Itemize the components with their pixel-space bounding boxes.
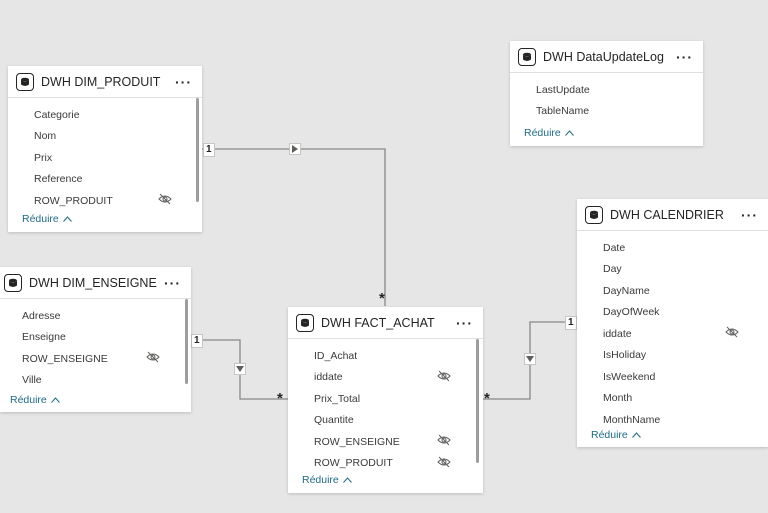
rel-produit-fact-line [202,148,386,306]
field-label: iddate [603,327,632,340]
field-adresse[interactable]: Adresse [0,305,191,327]
more-options-icon[interactable]: ··· [674,49,695,65]
field-date[interactable]: Date [577,237,768,259]
field-id-achat[interactable]: ID_Achat [288,345,483,367]
field-label: ROW_ENSEIGNE [22,352,108,365]
field-categorie[interactable]: Categorie [8,104,202,126]
reduce-button[interactable]: Réduire [524,127,574,139]
more-options-icon[interactable]: ··· [739,207,760,223]
chevron-up-icon [342,477,352,483]
hidden-eye-icon [437,370,451,385]
filter-direction-down-icon-2[interactable] [524,353,536,365]
reduce-label: Réduire [22,213,59,225]
field-isweekend[interactable]: IsWeekend [577,366,768,388]
scrollbar[interactable] [196,98,199,202]
table-title: DWH DIM_ENSEIGNE [29,275,157,290]
chevron-up-icon [631,432,641,438]
scrollbar[interactable] [476,339,479,463]
rel-calendrier-one-label: 1 [565,316,577,330]
field-last-update[interactable]: LastUpdate [510,79,703,101]
table-header[interactable]: DWH FACT_ACHAT ··· [288,307,483,339]
more-options-icon[interactable]: ··· [162,275,183,291]
reduce-label: Réduire [10,394,47,406]
more-options-icon[interactable]: ··· [454,315,475,331]
more-options-icon[interactable]: ··· [173,74,194,90]
table-header[interactable]: DWH CALENDRIER ··· [577,199,768,231]
field-isholiday[interactable]: IsHoliday [577,345,768,367]
table-title: DWH CALENDRIER [610,207,724,222]
field-ville[interactable]: Ville [0,370,191,392]
table-card-dim-produit[interactable]: DWH DIM_PRODUIT ··· Categorie Nom Prix R… [8,66,202,232]
table-title: DWH FACT_ACHAT [321,315,435,330]
field-label: iddate [314,371,343,384]
reduce-label: Réduire [524,127,561,139]
table-header[interactable]: DWH DIM_ENSEIGNE ··· [0,267,191,299]
field-day[interactable]: Day [577,259,768,281]
rel-enseigne-one-label: 1 [191,334,203,348]
field-iddate[interactable]: iddate [577,323,768,345]
field-prix-total[interactable]: Prix_Total [288,388,483,410]
reduce-label: Réduire [302,474,339,486]
rel-enseigne-fact-many-label: * [277,390,283,407]
reduce-button[interactable]: Réduire [22,213,72,225]
rel-produit-fact-many-label: * [379,290,385,307]
hidden-eye-icon [437,456,451,471]
table-icon [4,273,22,292]
table-icon [518,47,536,66]
table-icon [16,72,34,91]
table-icon [296,313,314,332]
reduce-button[interactable]: Réduire [591,429,641,441]
field-row-produit[interactable]: ROW_PRODUIT [288,453,483,475]
hidden-eye-icon [158,193,172,208]
chevron-up-icon [62,216,72,222]
field-iddate[interactable]: iddate [288,367,483,389]
chevron-up-icon [50,397,60,403]
field-reference[interactable]: Reference [8,169,202,191]
field-row-produit[interactable]: ROW_PRODUIT [8,190,202,212]
field-monthname[interactable]: MonthName [577,409,768,431]
reduce-button[interactable]: Réduire [302,474,352,486]
field-dayname[interactable]: DayName [577,280,768,302]
reduce-label: Réduire [591,429,628,441]
table-title: DWH DataUpdateLog [543,49,664,64]
rel-produit-one-label: 1 [203,143,215,157]
filter-direction-right-icon[interactable] [289,143,301,155]
field-enseigne[interactable]: Enseigne [0,327,191,349]
field-dayofweek[interactable]: DayOfWeek [577,302,768,324]
field-nom[interactable]: Nom [8,126,202,148]
field-row-enseigne[interactable]: ROW_ENSEIGNE [288,431,483,453]
table-icon [585,205,603,224]
field-table-name[interactable]: TableName [510,101,703,123]
table-card-data-update-log[interactable]: DWH DataUpdateLog ··· LastUpdate TableNa… [510,41,703,146]
field-quantite[interactable]: Quantite [288,410,483,432]
chevron-up-icon [564,130,574,136]
hidden-eye-icon [146,351,160,366]
table-card-fact-achat[interactable]: DWH FACT_ACHAT ··· ID_Achat iddate Prix_… [288,307,483,493]
reduce-button[interactable]: Réduire [10,394,60,406]
field-label: ROW_PRODUIT [34,194,113,207]
table-card-dim-enseigne[interactable]: DWH DIM_ENSEIGNE ··· Adresse Enseigne RO… [0,267,191,412]
field-label: ROW_ENSEIGNE [314,435,400,448]
hidden-eye-icon [725,326,739,341]
hidden-eye-icon [437,434,451,449]
rel-calendrier-fact-many-label: * [484,390,490,407]
table-title: DWH DIM_PRODUIT [41,74,161,89]
field-prix[interactable]: Prix [8,147,202,169]
filter-direction-down-icon[interactable] [234,363,246,375]
field-month[interactable]: Month [577,388,768,410]
table-card-calendrier[interactable]: DWH CALENDRIER ··· Date Day DayName DayO… [577,199,768,447]
table-header[interactable]: DWH DataUpdateLog ··· [510,41,703,73]
field-label: ROW_PRODUIT [314,457,393,470]
scrollbar[interactable] [185,299,188,384]
table-header[interactable]: DWH DIM_PRODUIT ··· [8,66,202,98]
field-row-enseigne[interactable]: ROW_ENSEIGNE [0,348,191,370]
